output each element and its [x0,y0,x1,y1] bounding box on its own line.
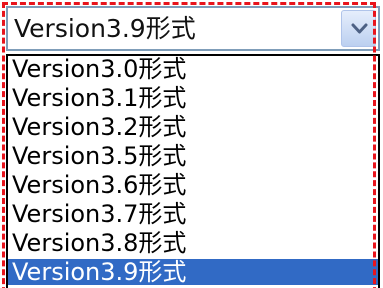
version-options-list[interactable]: Version3.0形式 Version3.1形式 Version3.2形式 V… [6,54,380,288]
format-version-select[interactable]: Version3.9形式 [6,6,380,51]
chevron-down-icon [351,23,368,34]
option-version-3-8[interactable]: Version3.8形式 [8,230,378,256]
option-version-3-9[interactable]: Version3.9形式 [8,259,378,285]
format-version-dropdown[interactable]: Version3.9形式 Version3.0形式 Version3.1形式 V… [0,0,383,288]
option-version-3-0[interactable]: Version3.0形式 [8,56,378,82]
option-version-3-5[interactable]: Version3.5形式 [8,143,378,169]
option-version-3-7[interactable]: Version3.7形式 [8,201,378,227]
dropdown-button[interactable] [341,10,376,47]
option-version-3-1[interactable]: Version3.1形式 [8,85,378,111]
selected-version-text: Version3.9形式 [14,14,196,43]
option-version-3-2[interactable]: Version3.2形式 [8,114,378,140]
option-version-3-6[interactable]: Version3.6形式 [8,172,378,198]
